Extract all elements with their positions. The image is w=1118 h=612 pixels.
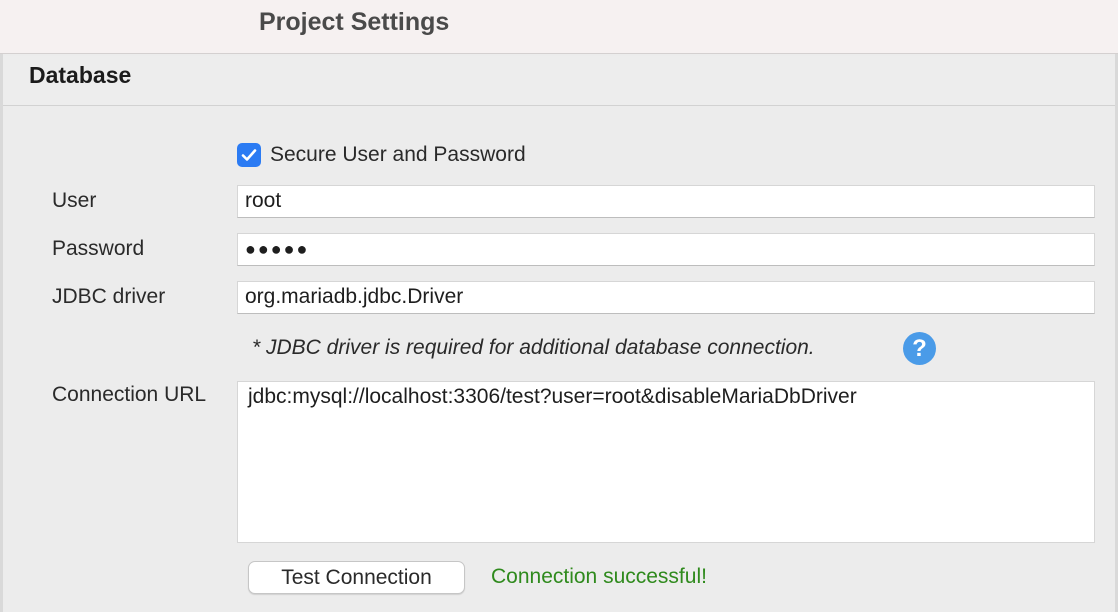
jdbc-driver-field[interactable]: org.mariadb.jdbc.Driver: [237, 281, 1095, 314]
connection-status-text: Connection successful!: [491, 565, 707, 588]
jdbc-driver-value: org.mariadb.jdbc.Driver: [245, 285, 464, 308]
secure-user-password-row[interactable]: Secure User and Password: [237, 142, 526, 168]
checkmark-icon: [241, 149, 257, 161]
window-titlebar: Project Settings: [0, 0, 1118, 54]
connection-url-textarea[interactable]: jdbc:mysql://localhost:3306/test?user=ro…: [237, 381, 1095, 543]
window-title: Project Settings: [259, 8, 450, 36]
connection-url-value: jdbc:mysql://localhost:3306/test?user=ro…: [248, 385, 857, 408]
user-field[interactable]: root: [237, 185, 1095, 218]
section-header: Database: [3, 56, 1115, 106]
test-connection-button[interactable]: Test Connection: [248, 561, 465, 594]
section-title: Database: [29, 62, 132, 88]
user-label: User: [52, 189, 97, 212]
connection-url-label: Connection URL: [52, 383, 207, 406]
password-label: Password: [52, 237, 145, 260]
question-circle-icon[interactable]: ?: [903, 332, 936, 365]
secure-user-password-label: Secure User and Password: [270, 143, 526, 166]
user-value: root: [245, 189, 282, 212]
jdbc-driver-note: * JDBC driver is required for additional…: [252, 336, 815, 359]
jdbc-driver-label: JDBC driver: [52, 285, 166, 308]
test-connection-button-label: Test Connection: [281, 565, 432, 589]
password-field[interactable]: ●●●●●: [237, 233, 1095, 266]
secure-user-password-checkbox[interactable]: [237, 143, 261, 167]
password-value: ●●●●●: [245, 239, 310, 259]
